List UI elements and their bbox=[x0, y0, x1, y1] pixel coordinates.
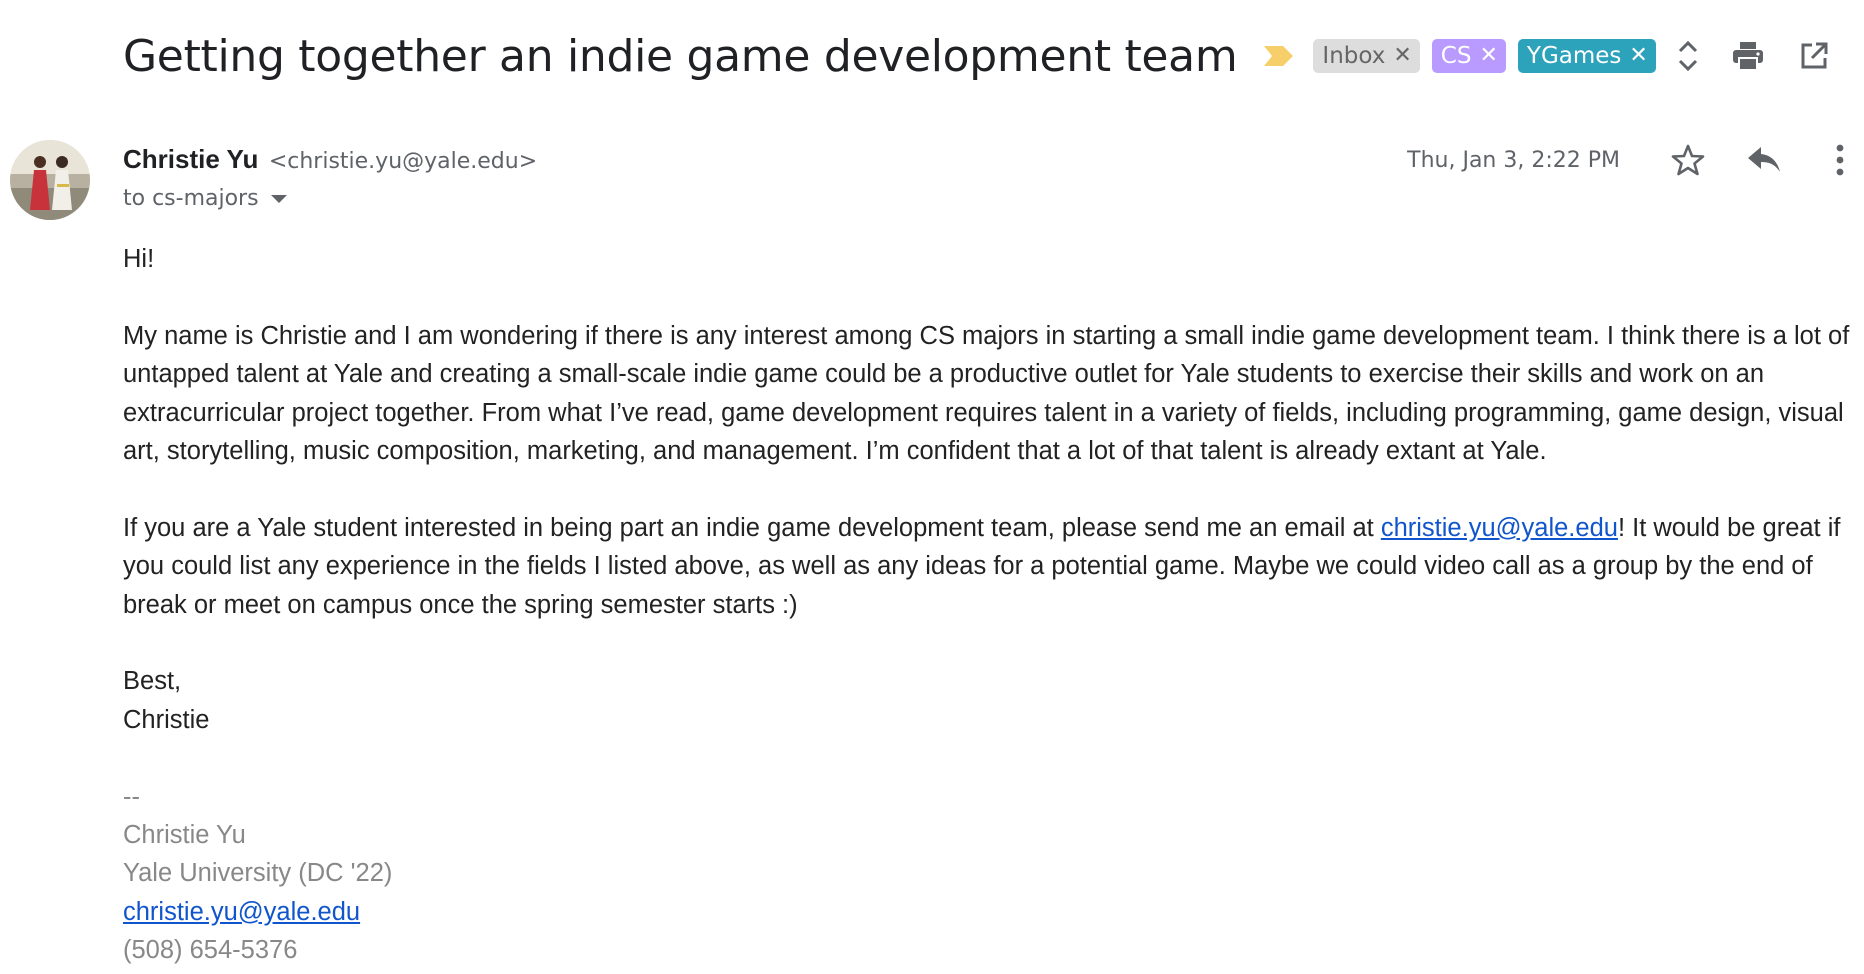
print-button[interactable] bbox=[1728, 36, 1768, 76]
closing-name: Christie bbox=[123, 705, 210, 734]
sender-name[interactable]: Christie Yu bbox=[123, 144, 258, 174]
show-details-dropdown-icon[interactable] bbox=[270, 194, 287, 203]
signature-name: Christie Yu bbox=[123, 821, 246, 850]
label-chip-cs[interactable]: CS ✕ bbox=[1431, 39, 1506, 73]
paragraph-text: If you are a Yale student interested in … bbox=[123, 513, 1381, 542]
message-timestamp: Thu, Jan 3, 2:22 PM bbox=[1407, 148, 1620, 173]
label-name: YGames bbox=[1526, 43, 1622, 69]
reply-icon bbox=[1748, 147, 1780, 172]
print-icon bbox=[1733, 42, 1763, 71]
sender-email: <christie.yu@yale.edu> bbox=[268, 149, 538, 174]
open-in-new-window-button[interactable] bbox=[1794, 36, 1834, 76]
recipient-text: to cs-majors bbox=[123, 186, 259, 211]
thread-actions bbox=[1664, 36, 1864, 76]
avatar-photo bbox=[10, 140, 90, 220]
closing: Best, bbox=[123, 667, 182, 696]
label-name: Inbox bbox=[1322, 43, 1386, 69]
body-paragraph: My name is Christie and I am wondering i… bbox=[123, 321, 1850, 466]
signature-separator: -- bbox=[123, 782, 140, 811]
signature-school: Yale University (DC '22) bbox=[123, 859, 393, 888]
importance-marker-icon[interactable] bbox=[1263, 44, 1295, 68]
remove-label-icon[interactable]: ✕ bbox=[1629, 45, 1647, 67]
reply-button[interactable] bbox=[1744, 140, 1784, 180]
signature-email-link[interactable]: christie.yu@yale.edu bbox=[123, 898, 360, 926]
star-button[interactable] bbox=[1668, 140, 1708, 180]
message-body: Hi! My name is Christie and I am wonderi… bbox=[123, 240, 1863, 970]
label-name: CS bbox=[1440, 43, 1472, 69]
more-vertical-icon bbox=[1836, 144, 1844, 176]
label-chip-ygames[interactable]: YGames ✕ bbox=[1517, 39, 1656, 73]
open-in-new-window-icon bbox=[1801, 42, 1828, 69]
expand-all-icon bbox=[1678, 40, 1698, 72]
recipient-line: to cs-majors bbox=[123, 186, 287, 211]
label-chip-inbox[interactable]: Inbox ✕ bbox=[1313, 39, 1420, 73]
expand-all-button[interactable] bbox=[1668, 36, 1708, 76]
sender-avatar[interactable] bbox=[10, 140, 90, 220]
signature-phone: (508) 654-5376 bbox=[123, 936, 298, 965]
subject-row: Getting together an indie game developme… bbox=[123, 26, 1668, 86]
remove-label-icon[interactable]: ✕ bbox=[1479, 45, 1497, 67]
email-link[interactable]: christie.yu@yale.edu bbox=[1381, 514, 1618, 542]
signature: -- Christie Yu Yale University (DC '22) … bbox=[123, 778, 1863, 970]
more-options-button[interactable] bbox=[1820, 140, 1860, 180]
email-subject: Getting together an indie game developme… bbox=[123, 30, 1238, 82]
body-paragraph: If you are a Yale student interested in … bbox=[123, 509, 1863, 624]
sender-line: Christie Yu <christie.yu@yale.edu> bbox=[123, 144, 537, 175]
greeting: Hi! bbox=[123, 245, 155, 273]
star-icon bbox=[1671, 144, 1705, 176]
remove-label-icon[interactable]: ✕ bbox=[1393, 45, 1411, 67]
